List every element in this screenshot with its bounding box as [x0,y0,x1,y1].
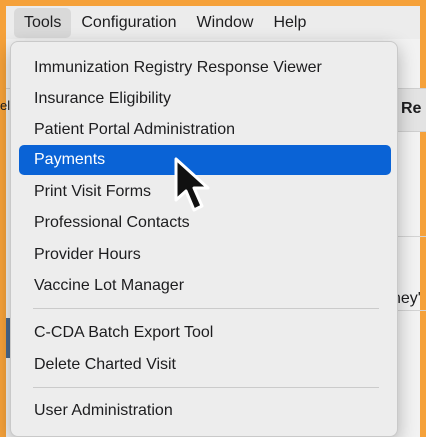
bg-fragment-left: el [0,98,11,113]
menu-bar: Tools Configuration Window Help [6,6,420,39]
bg-divider [396,310,426,311]
menu-item-provider-hours[interactable]: Provider Hours [19,240,391,270]
arrow-pointer-icon [174,157,210,212]
menu-item-vaccine-lot-manager[interactable]: Vaccine Lot Manager [19,271,391,301]
menu-separator [33,387,379,388]
bg-fragment-header: Re [401,100,422,117]
tools-dropdown-menu: Immunization Registry Response Viewer In… [10,41,398,437]
screen: el Re ney' Tools Configuration Window He… [0,0,426,437]
menubar-configuration[interactable]: Configuration [71,8,186,38]
menu-item-patient-portal-administration[interactable]: Patient Portal Administration [19,115,391,145]
menu-separator [33,308,379,309]
menu-item-delete-charted-visit[interactable]: Delete Charted Visit [19,350,391,380]
menubar-tools[interactable]: Tools [14,7,72,38]
menubar-window[interactable]: Window [187,8,264,38]
menu-item-c-cda-batch-export-tool[interactable]: C-CDA Batch Export Tool [19,318,391,348]
menu-item-immunization-registry-response-viewer[interactable]: Immunization Registry Response Viewer [19,53,391,83]
bg-divider [396,236,426,237]
menubar-help[interactable]: Help [263,8,316,38]
menu-item-insurance-eligibility[interactable]: Insurance Eligibility [19,84,391,114]
menu-item-user-administration[interactable]: User Administration [19,396,391,426]
